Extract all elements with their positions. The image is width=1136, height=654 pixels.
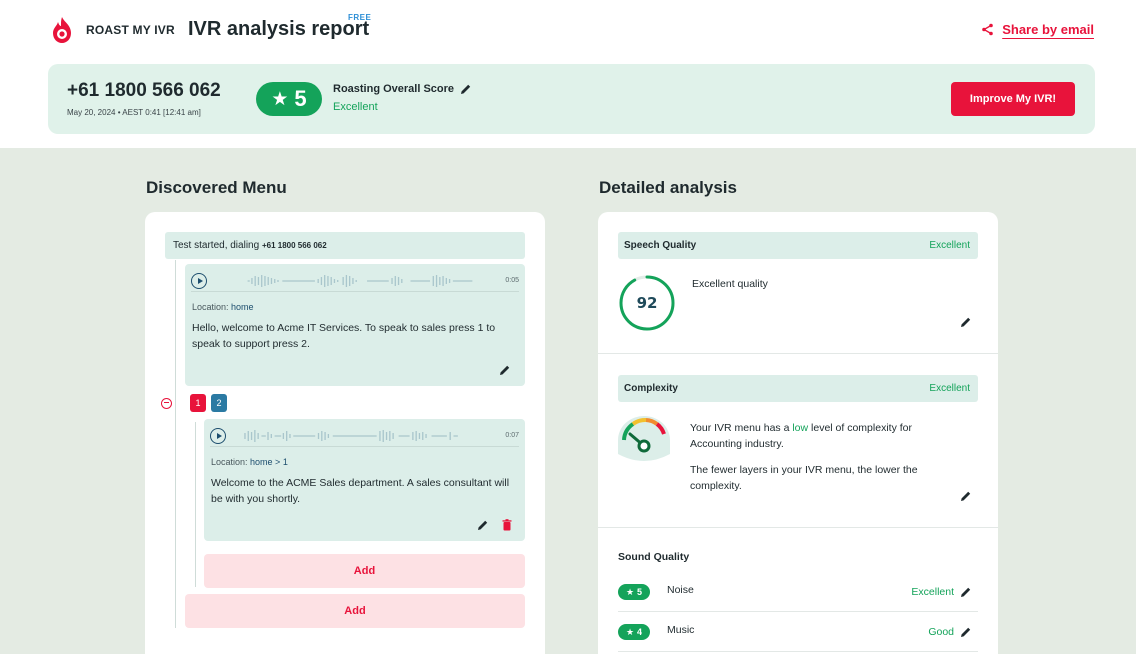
audio-player: 0:05 — [191, 270, 519, 292]
complexity-note: The fewer layers in your IVR menu, the l… — [690, 464, 918, 492]
dial-status: Test started, dialing +61 1800 566 062 — [165, 232, 525, 259]
pencil-icon[interactable] — [960, 626, 972, 638]
add-option-button[interactable]: Add — [204, 554, 525, 588]
phone-number: +61 1800 566 062 — [67, 80, 221, 101]
free-badge: FREE — [348, 13, 372, 22]
location-path: home — [231, 302, 254, 312]
add-option-button[interactable]: Add — [185, 594, 525, 628]
discovered-menu-title: Discovered Menu — [146, 178, 287, 197]
trash-icon[interactable] — [501, 519, 513, 531]
sound-quality-row: ★ 5 Noise Excellent — [618, 576, 978, 612]
dial-number: +61 1800 566 062 — [261, 241, 327, 250]
test-date: May 20, 2024 • AEST 0:41 [12:41 am] — [67, 108, 201, 117]
location-prefix: Location: — [192, 302, 229, 312]
star-icon: ★ — [271, 88, 289, 110]
summary-panel: +61 1800 566 062 May 20, 2024 • AEST 0:4… — [48, 64, 1095, 134]
pencil-icon[interactable] — [477, 519, 489, 531]
complexity-text-prefix: Your IVR menu has a — [690, 422, 790, 434]
audio-player: 0:07 — [210, 425, 519, 447]
menu-key-1[interactable]: 1 — [190, 394, 206, 412]
score-badge: ★ 4 — [618, 624, 650, 640]
sound-metric-name: Noise — [667, 584, 694, 596]
score-value: 4 — [637, 627, 643, 637]
sound-quality-title: Sound Quality — [618, 551, 690, 563]
speech-quality-title: Speech Quality — [624, 240, 697, 251]
sound-metric-verdict: Good — [928, 626, 954, 638]
waveform[interactable] — [215, 274, 497, 288]
message-transcript: Hello, welcome to Acme IT Services. To s… — [192, 322, 496, 350]
sound-quality-row: ★ 4 Music Good — [618, 616, 978, 652]
speech-score-value: 92 — [636, 294, 658, 312]
complexity-level: low — [792, 422, 809, 434]
top-bar: ROAST MY IVR IVR analysis report FREE Sh… — [0, 0, 1136, 148]
improve-ivr-button[interactable]: Improve My IVR! — [951, 82, 1075, 116]
pencil-icon[interactable] — [460, 83, 472, 95]
ivr-message: 0:07 Location: home > 1 Welcome to the A… — [204, 419, 525, 541]
pencil-icon[interactable] — [960, 316, 972, 328]
complexity-gauge-icon — [618, 416, 670, 461]
overall-score-verdict: Excellent — [333, 101, 378, 113]
complexity-title: Complexity — [624, 383, 678, 394]
message-location: Location: home — [192, 302, 254, 312]
flame-logo-icon — [53, 17, 71, 43]
speech-quality-verdict: Excellent — [929, 240, 970, 251]
overall-score-title: Roasting Overall Score — [333, 83, 455, 95]
audio-duration: 0:07 — [505, 432, 519, 439]
location-prefix: Location: — [211, 457, 248, 467]
detailed-analysis-card: Speech Quality Excellent 92 Excellent qu… — [598, 212, 998, 654]
location-path: home > 1 — [250, 457, 288, 467]
message-location: Location: home > 1 — [211, 457, 288, 467]
brand-name: ROAST MY IVR — [86, 23, 175, 37]
menu-key-2[interactable]: 2 — [211, 394, 227, 412]
sound-metric-verdict: Excellent — [911, 586, 954, 598]
pencil-icon[interactable] — [499, 364, 511, 376]
main-content: Discovered Menu Detailed analysis Test s… — [0, 148, 1136, 654]
overall-score-label: Roasting Overall Score — [333, 83, 472, 95]
complexity-verdict: Excellent — [929, 383, 970, 394]
overall-score-badge: ★ 5 — [256, 82, 322, 116]
waveform[interactable] — [234, 429, 497, 443]
overall-score-value: 5 — [294, 86, 307, 111]
message-transcript: Welcome to the ACME Sales department. A … — [211, 477, 510, 505]
tree-connector — [175, 260, 176, 628]
play-icon[interactable] — [210, 427, 226, 444]
divider — [598, 353, 998, 354]
share-label: Share by email — [1002, 22, 1094, 37]
score-badge: ★ 5 — [618, 584, 650, 600]
menu-keys: 1 2 — [161, 394, 227, 412]
pencil-icon[interactable] — [960, 490, 972, 502]
discovered-menu-card: Test started, dialing +61 1800 566 062 0… — [145, 212, 545, 654]
speech-quality-text: Excellent quality — [692, 278, 768, 290]
star-icon: ★ — [625, 626, 635, 637]
speech-quality-header: Speech Quality Excellent — [618, 232, 978, 259]
brand[interactable]: ROAST MY IVR — [50, 16, 175, 44]
play-icon[interactable] — [191, 272, 207, 289]
share-by-email-link[interactable]: Share by email — [981, 22, 1094, 37]
score-value: 5 — [637, 587, 643, 597]
ivr-message: 0:05 Location: home Hello, welcome to Ac… — [185, 264, 525, 386]
dial-status-text: Test started, dialing — [173, 240, 260, 251]
star-icon: ★ — [625, 586, 635, 597]
tree-connector — [195, 422, 196, 587]
pencil-icon[interactable] — [960, 586, 972, 598]
collapse-icon[interactable] — [161, 397, 172, 409]
detailed-analysis-title: Detailed analysis — [599, 178, 737, 197]
share-icon — [982, 23, 994, 36]
sound-metric-name: Music — [667, 624, 695, 636]
audio-duration: 0:05 — [505, 277, 519, 284]
complexity-text: Your IVR menu has a low level of complex… — [690, 420, 952, 494]
page-title: IVR analysis report — [188, 18, 370, 40]
complexity-header: Complexity Excellent — [618, 375, 978, 402]
divider — [598, 527, 998, 528]
